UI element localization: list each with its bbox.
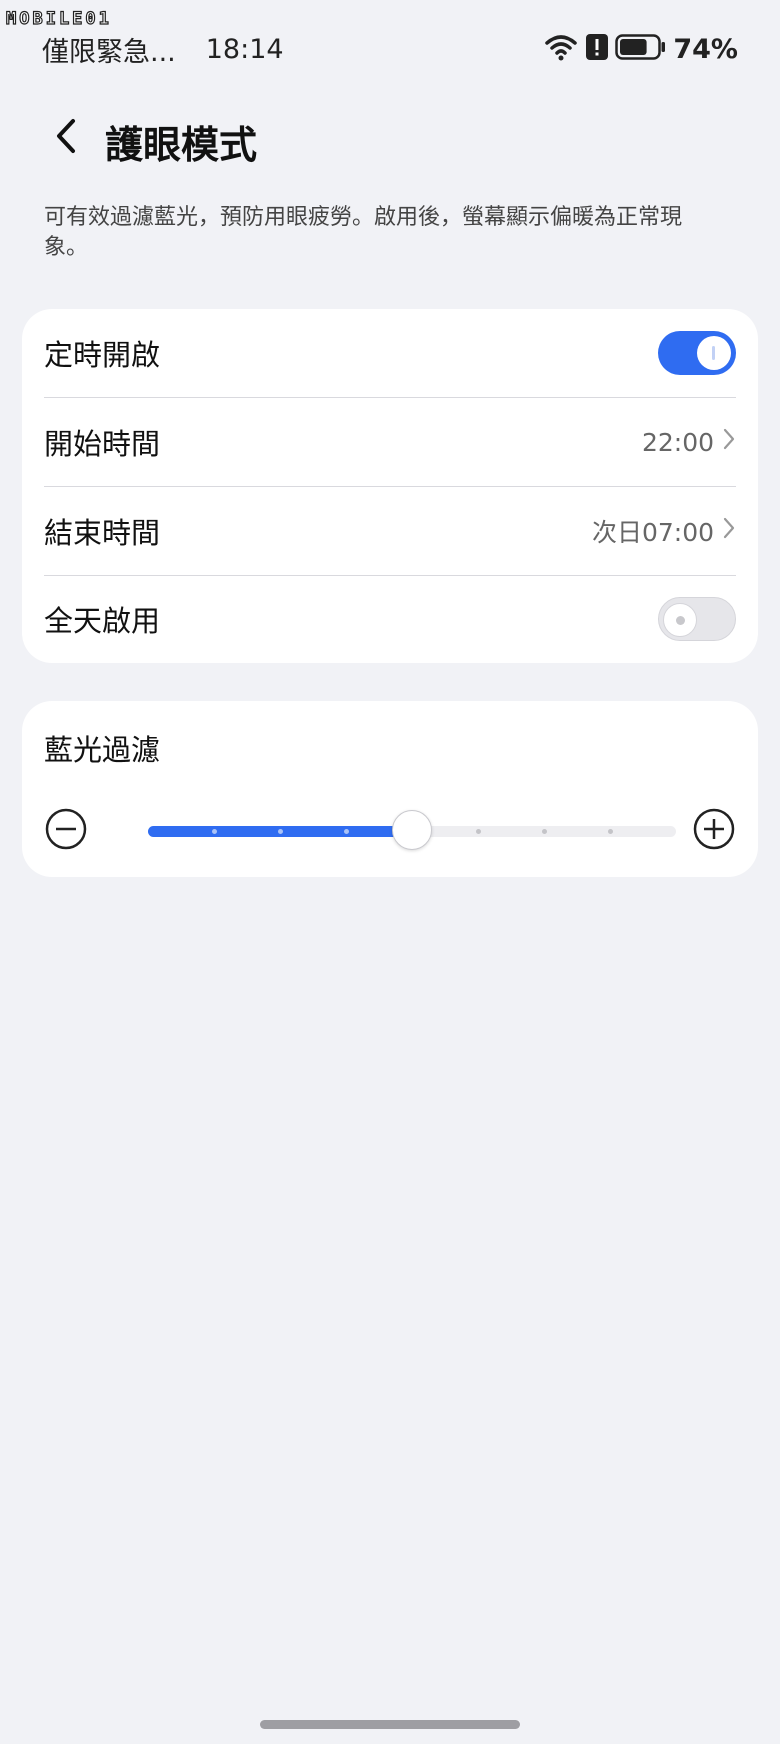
plus-circle-icon — [693, 808, 735, 854]
slider-thumb[interactable] — [392, 810, 432, 850]
blue-light-slider[interactable] — [148, 810, 676, 850]
slider-tick — [607, 829, 613, 834]
end-time-value: 次日07:00 — [591, 518, 714, 547]
blue-light-filter-card: 藍光過濾 — [22, 701, 758, 877]
scheduled-on-row[interactable]: 定時開啟 — [44, 309, 736, 397]
slider-tick — [541, 829, 547, 834]
all-day-toggle[interactable] — [658, 597, 736, 641]
blue-light-filter-title: 藍光過濾 — [44, 733, 161, 767]
all-day-row[interactable]: 全天啟用 — [44, 575, 736, 663]
start-time-row[interactable]: 開始時間 22:00 — [44, 398, 736, 486]
toggle-knob — [697, 336, 731, 370]
all-day-label: 全天啟用 — [44, 604, 161, 638]
toggle-knob — [663, 603, 697, 637]
start-time-label: 開始時間 — [44, 427, 161, 461]
slider-tick — [211, 829, 217, 834]
chevron-right-icon — [722, 427, 736, 457]
scheduled-on-toggle[interactable] — [658, 331, 736, 375]
increase-button[interactable] — [692, 808, 736, 854]
battery-icon — [615, 33, 667, 65]
blue-light-slider-area — [44, 808, 736, 854]
minus-circle-icon — [45, 808, 87, 854]
wifi-icon — [543, 32, 579, 66]
page-title: 護眼模式 — [105, 123, 258, 167]
chevron-right-icon — [722, 516, 736, 546]
carrier-label: 僅限緊急... — [42, 36, 176, 68]
slider-tick — [475, 829, 481, 834]
end-time-label: 結束時間 — [44, 516, 161, 550]
watermark-text: MOBILE01 — [5, 8, 112, 29]
start-time-value: 22:00 — [641, 427, 714, 457]
alert-icon — [585, 33, 609, 65]
back-button[interactable] — [40, 112, 92, 164]
chevron-left-icon — [51, 116, 81, 160]
status-bar: 僅限緊急... 18:14 74% — [0, 30, 780, 68]
clock: 18:14 — [205, 33, 284, 65]
slider-tick — [343, 829, 349, 834]
end-time-row[interactable]: 結束時間 次日07:00 — [44, 487, 736, 575]
decrease-button[interactable] — [44, 808, 88, 854]
slider-tick — [277, 829, 283, 834]
battery-percentage: 74% — [673, 33, 738, 65]
scheduled-on-label: 定時開啟 — [44, 338, 161, 372]
page-description: 可有效過濾藍光，預防用眼疲勞。啟用後，螢幕顯示偏暖為正常現象。 — [44, 205, 683, 260]
title-bar: 護眼模式 — [0, 100, 780, 175]
home-indicator[interactable] — [260, 1720, 520, 1729]
schedule-card: 定時開啟 開始時間 22:00 結束時間 次日07:00 全天啟用 — [22, 309, 758, 663]
